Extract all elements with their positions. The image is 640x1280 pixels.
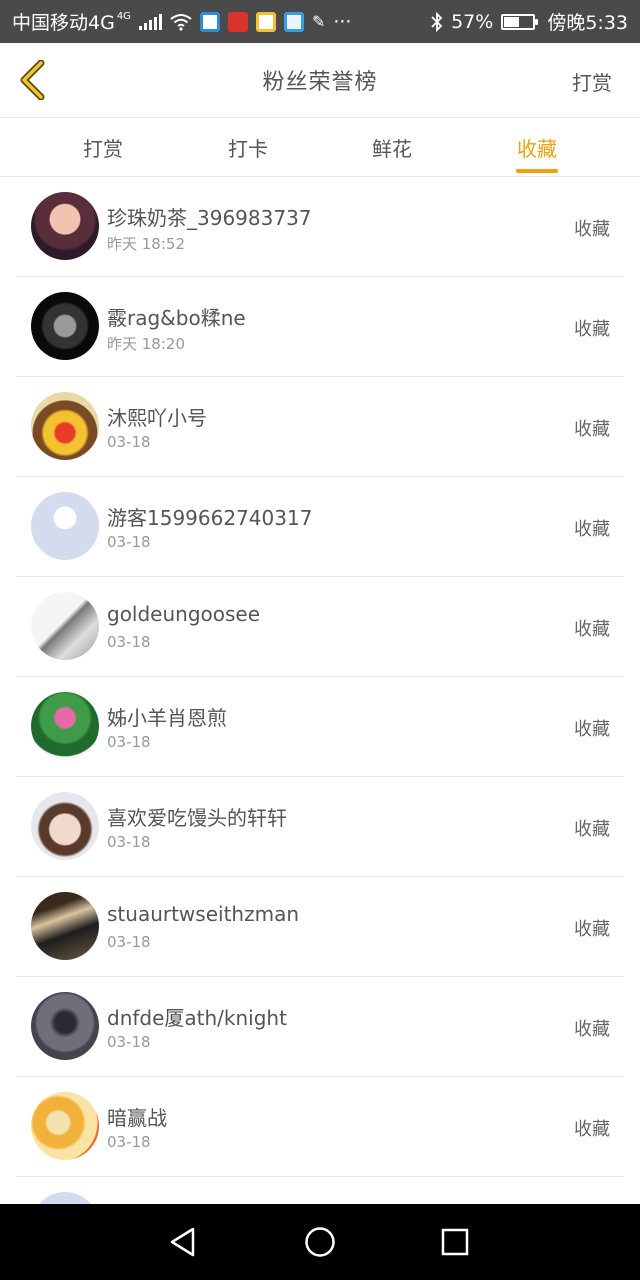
action-label: 收藏 [574, 1119, 610, 1140]
chevron-left-icon [20, 60, 45, 100]
battery-percent: 57% [451, 10, 494, 33]
more-notifications: ··· [333, 10, 352, 33]
avatar [31, 1092, 99, 1160]
user-name: 姊小羊肖恩煎 [107, 706, 227, 730]
carrier-label: 中国移动4G [12, 12, 115, 34]
action-label: 收藏 [574, 319, 610, 340]
timestamp: 03-18 [107, 933, 151, 951]
tab-favorites[interactable]: 收藏 [477, 118, 597, 176]
square-recents-icon [441, 1228, 469, 1256]
action-label: 收藏 [574, 819, 610, 840]
user-name: 霰rag&bo糅ne [107, 306, 246, 330]
app-notification-icon [227, 11, 248, 32]
timestamp: 03-18 [107, 633, 151, 651]
user-name: 喜欢爱吃馒头的轩轩 [107, 806, 287, 830]
list-item[interactable]: 游客1599662740317 03-18 收藏 [0, 477, 640, 577]
list-item[interactable]: goldeungoosee 03-18 收藏 [0, 577, 640, 677]
avatar [31, 892, 99, 960]
wifi-icon [170, 13, 192, 31]
list-item[interactable]: 珍珠奶茶_396983737 昨天 18:52 收藏 [0, 177, 640, 277]
clock: 傍晚5:33 [547, 12, 628, 34]
user-name: 游客1599662740317 [107, 506, 313, 530]
triangle-back-icon [170, 1227, 195, 1257]
app-notification-icon: ✎ [311, 12, 326, 31]
app-notification-icon [283, 11, 304, 32]
network-badge: 4G [116, 11, 131, 22]
timestamp: 03-18 [107, 833, 151, 851]
action-label: 收藏 [574, 1019, 610, 1040]
fan-list: 珍珠奶茶_396983737 昨天 18:52 收藏 霰rag&bo糅ne 昨天… [0, 177, 640, 1277]
user-name: goldeungoosee [107, 602, 261, 626]
back-button[interactable] [12, 57, 52, 103]
nav-recents-button[interactable] [433, 1220, 477, 1264]
timestamp: 03-18 [107, 433, 151, 451]
user-name: 暗赢战 [107, 1106, 167, 1130]
avatar [31, 592, 99, 660]
list-item[interactable]: 霰rag&bo糅ne 昨天 18:20 收藏 [0, 277, 640, 377]
tab-label: 鲜花 [372, 136, 412, 161]
avatar [31, 492, 99, 560]
action-label: 收藏 [574, 919, 610, 940]
list-item[interactable]: 沐熙吖小号 03-18 收藏 [0, 377, 640, 477]
system-nav-bar [0, 1204, 640, 1280]
tab-bar: 打赏 打卡 鲜花 收藏 [0, 118, 640, 177]
tab-reward[interactable]: 打赏 [43, 118, 163, 176]
battery-icon [501, 13, 539, 30]
list-item[interactable]: 喜欢爱吃馒头的轩轩 03-18 收藏 [0, 777, 640, 877]
action-label: 收藏 [574, 719, 610, 740]
avatar [31, 992, 99, 1060]
app-notification-icon [255, 11, 276, 32]
app-notification-icon [199, 11, 220, 32]
avatar [31, 192, 99, 260]
active-tab-indicator [516, 169, 558, 173]
status-bar-left: 中国移动4G 4G ✎ ··· [12, 8, 351, 35]
user-name: dnfde厦ath/knight [107, 1006, 287, 1030]
list-item[interactable]: dnfde厦ath/knight 03-18 收藏 [0, 977, 640, 1077]
timestamp: 昨天 18:52 [107, 235, 185, 253]
app-header: 粉丝荣誉榜 打赏 [0, 43, 640, 118]
list-item[interactable]: 姊小羊肖恩煎 03-18 收藏 [0, 677, 640, 777]
avatar [31, 692, 99, 760]
list-item[interactable]: 暗赢战 03-18 收藏 [0, 1077, 640, 1177]
timestamp: 03-18 [107, 1033, 151, 1051]
status-bar: 中国移动4G 4G ✎ ··· 57% 傍晚5:33 [0, 0, 640, 43]
tab-flowers[interactable]: 鲜花 [332, 118, 452, 176]
timestamp: 03-18 [107, 733, 151, 751]
timestamp: 昨天 18:20 [107, 335, 185, 353]
tab-label: 收藏 [517, 136, 557, 161]
circle-home-icon [305, 1227, 335, 1257]
list-item[interactable]: stuaurtwseithzman 03-18 收藏 [0, 877, 640, 977]
avatar [31, 792, 99, 860]
avatar [31, 392, 99, 460]
reward-button[interactable]: 打赏 [572, 67, 612, 96]
user-name: 沐熙吖小号 [107, 406, 207, 430]
timestamp: 03-18 [107, 533, 151, 551]
nav-home-button[interactable] [298, 1220, 342, 1264]
tab-checkin[interactable]: 打卡 [188, 118, 308, 176]
page-title: 粉丝荣誉榜 [262, 70, 378, 95]
cell-signal-icon [138, 13, 162, 30]
status-bar-right: 57% 傍晚5:33 [431, 8, 628, 35]
tab-label: 打赏 [83, 136, 123, 161]
action-label: 收藏 [574, 419, 610, 440]
action-label: 收藏 [574, 619, 610, 640]
timestamp: 03-18 [107, 1133, 151, 1151]
action-label: 收藏 [574, 219, 610, 240]
user-name: 珍珠奶茶_396983737 [107, 206, 312, 230]
avatar [31, 292, 99, 360]
nav-back-button[interactable] [161, 1220, 205, 1264]
action-label: 收藏 [574, 519, 610, 540]
user-name: stuaurtwseithzman [107, 902, 300, 926]
tab-label: 打卡 [228, 136, 268, 161]
bluetooth-icon [431, 11, 443, 32]
